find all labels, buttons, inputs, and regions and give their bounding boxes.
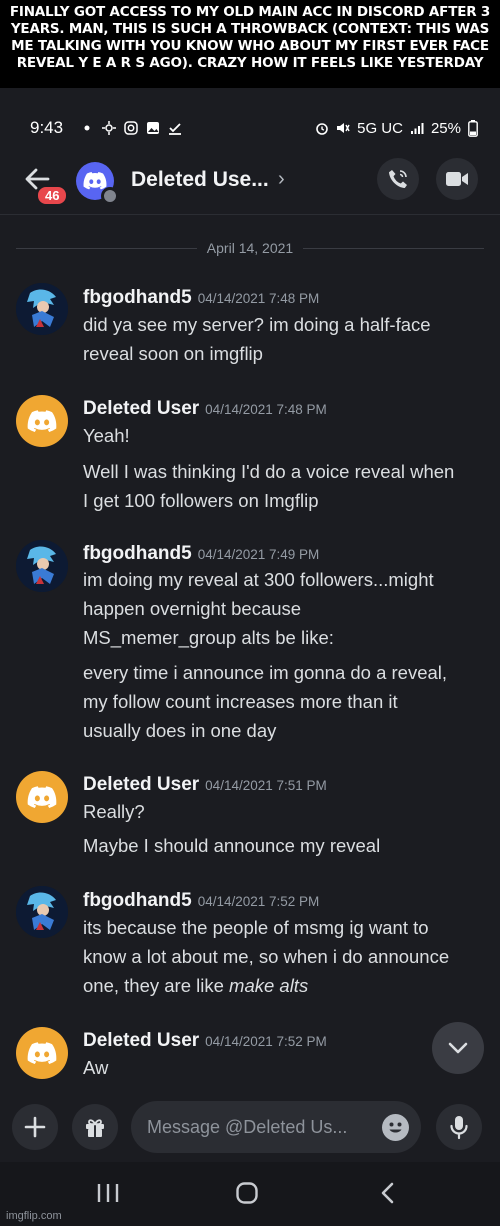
message-text: MS_memer_group alts be like: bbox=[83, 627, 334, 648]
author-name[interactable]: Deleted User bbox=[83, 774, 199, 795]
battery-percent: 25% bbox=[430, 119, 461, 137]
anime-avatar-icon bbox=[16, 886, 68, 938]
crosshair-icon bbox=[102, 121, 116, 135]
message-header: Deleted User 04/14/2021 7:48 PM bbox=[83, 398, 327, 420]
user-avatar-fbgodhand5[interactable] bbox=[16, 283, 68, 335]
voice-call-button[interactable] bbox=[377, 158, 419, 200]
message-timestamp: 04/14/2021 7:49 PM bbox=[197, 547, 320, 562]
message-composer: Message @Deleted Us... bbox=[0, 1094, 500, 1160]
emoji-face-icon bbox=[389, 1122, 402, 1133]
dot-icon bbox=[84, 125, 90, 131]
meme-caption: FINALLY GOT ACCESS TO MY OLD MAIN ACC IN… bbox=[0, 0, 500, 88]
status-notification-icons bbox=[80, 121, 182, 135]
discord-logo-icon bbox=[27, 785, 57, 808]
emoji-icon[interactable] bbox=[382, 1114, 409, 1141]
header-title[interactable]: Deleted Use... bbox=[131, 168, 269, 192]
message-text: Really? bbox=[83, 801, 145, 822]
message-text: know a lot about me, so when i do announ… bbox=[83, 946, 450, 967]
discord-logo-icon bbox=[27, 1041, 57, 1064]
user-avatar-fbgodhand5[interactable] bbox=[16, 886, 68, 938]
message-timestamp: 04/14/2021 7:52 PM bbox=[205, 1034, 327, 1049]
anime-avatar-icon bbox=[16, 540, 68, 592]
instagram-icon bbox=[124, 121, 138, 135]
message-text: Yeah! bbox=[83, 425, 130, 446]
status-time: 9:43 bbox=[30, 118, 64, 137]
message-text: my follow count increases more than it bbox=[83, 691, 398, 712]
home-icon[interactable] bbox=[235, 1182, 259, 1204]
dm-header: 46 Deleted Use... › bbox=[0, 150, 500, 215]
unread-badge: 46 bbox=[36, 185, 69, 206]
user-avatar-deleted-user[interactable] bbox=[16, 395, 68, 447]
download-done-icon bbox=[169, 123, 181, 135]
gallery-icon bbox=[147, 122, 159, 134]
divider-line bbox=[303, 247, 484, 249]
jump-to-present-button[interactable] bbox=[432, 1022, 484, 1074]
recent-apps-icon[interactable] bbox=[96, 1182, 120, 1204]
back-nav-icon[interactable] bbox=[378, 1182, 398, 1204]
message-header: Deleted User 04/14/2021 7:51 PM bbox=[83, 774, 327, 796]
user-avatar-deleted-user[interactable] bbox=[16, 1027, 68, 1079]
mute-icon bbox=[337, 123, 350, 133]
phone-icon bbox=[389, 170, 407, 188]
message-input-placeholder: Message @Deleted Us... bbox=[147, 1116, 348, 1137]
microphone-icon bbox=[450, 1116, 468, 1140]
system-nav-bar: imgflip.com bbox=[0, 1162, 500, 1226]
status-right: 5G UC 25% bbox=[315, 119, 478, 137]
message-text: usually does in one day bbox=[83, 720, 277, 741]
message-text: did ya see my server? im doing a half-fa… bbox=[83, 314, 431, 335]
message-text: I get 100 followers on Imgflip bbox=[83, 490, 319, 511]
gift-icon bbox=[86, 1119, 104, 1137]
divider-line bbox=[16, 247, 197, 249]
message-header: fbgodhand5 04/14/2021 7:48 PM bbox=[83, 287, 319, 309]
attach-button[interactable] bbox=[12, 1104, 58, 1150]
message-text: Maybe I should announce my reveal bbox=[83, 835, 381, 856]
date-divider: April 14, 2021 bbox=[16, 238, 484, 258]
message-text: im doing my reveal at 300 followers...mi… bbox=[83, 569, 434, 590]
message-input[interactable]: Message @Deleted Us... bbox=[131, 1101, 421, 1153]
message-text: Aw bbox=[83, 1057, 109, 1078]
message-timestamp: 04/14/2021 7:48 PM bbox=[197, 291, 320, 306]
plus-icon bbox=[24, 1116, 46, 1138]
message-timestamp: 04/14/2021 7:48 PM bbox=[205, 402, 327, 417]
watermark: imgflip.com bbox=[6, 1210, 62, 1222]
author-name[interactable]: Deleted User bbox=[83, 398, 199, 419]
message-text: Well I was thinking I'd do a voice revea… bbox=[83, 461, 455, 482]
message-text-part: one, they are like bbox=[83, 975, 230, 996]
message-timestamp: 04/14/2021 7:51 PM bbox=[205, 778, 327, 793]
message-text: happen overnight because bbox=[83, 598, 302, 619]
author-name[interactable]: fbgodhand5 bbox=[83, 543, 192, 564]
author-name[interactable]: fbgodhand5 bbox=[83, 890, 192, 911]
discord-logo-icon bbox=[27, 409, 57, 432]
message-text: every time i announce im gonna do a reve… bbox=[83, 662, 448, 683]
date-divider-label: April 14, 2021 bbox=[206, 240, 294, 256]
anime-avatar-icon bbox=[16, 283, 68, 335]
gift-button[interactable] bbox=[72, 1104, 118, 1150]
author-name[interactable]: fbgodhand5 bbox=[83, 287, 192, 308]
video-icon bbox=[446, 172, 468, 186]
battery-icon bbox=[468, 119, 478, 137]
header-chevron-icon[interactable]: › bbox=[278, 168, 285, 191]
author-name[interactable]: Deleted User bbox=[83, 1030, 199, 1051]
video-call-button[interactable] bbox=[436, 158, 478, 200]
signal-icon bbox=[410, 123, 424, 134]
message-header: fbgodhand5 04/14/2021 7:49 PM bbox=[83, 543, 319, 565]
status-bar: 9:43 5G UC 25% bbox=[0, 110, 500, 146]
message-text: reveal soon on imgflip bbox=[83, 343, 263, 364]
chevron-down-icon bbox=[448, 1042, 468, 1054]
message-timestamp: 04/14/2021 7:52 PM bbox=[197, 894, 320, 909]
voice-message-button[interactable] bbox=[436, 1104, 482, 1150]
user-avatar-fbgodhand5[interactable] bbox=[16, 540, 68, 592]
message-italic-text: make alts bbox=[229, 975, 309, 996]
message-header: Deleted User 04/14/2021 7:52 PM bbox=[83, 1030, 327, 1052]
message-text: one, they are like make alts bbox=[83, 972, 308, 1000]
network-label: 5G UC bbox=[357, 119, 403, 137]
discord-logo-icon bbox=[83, 172, 107, 190]
message-header: fbgodhand5 04/14/2021 7:52 PM bbox=[83, 890, 319, 912]
user-avatar-deleted-user[interactable] bbox=[16, 771, 68, 823]
presence-status-icon bbox=[101, 187, 119, 205]
alarm-icon bbox=[316, 123, 328, 135]
message-text: its because the people of msmg ig want t… bbox=[83, 917, 429, 938]
